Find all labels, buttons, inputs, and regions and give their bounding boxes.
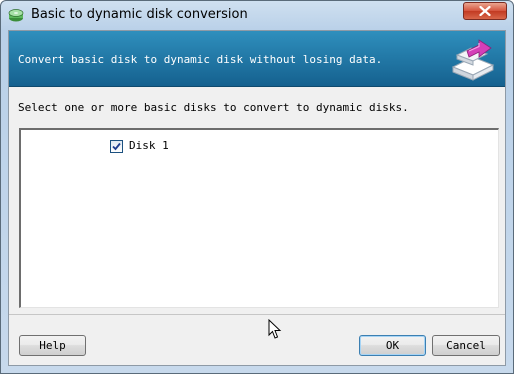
disk-list[interactable]: Disk 1 xyxy=(19,128,499,308)
disk-manager-icon xyxy=(8,7,24,23)
dialog-client-area: Convert basic disk to dynamic disk witho… xyxy=(8,30,506,366)
header-banner: Convert basic disk to dynamic disk witho… xyxy=(9,31,505,87)
help-button[interactable]: Help xyxy=(19,335,86,356)
disk-checkbox[interactable] xyxy=(110,140,123,153)
footer-divider xyxy=(9,314,505,315)
title-bar[interactable]: Basic to dynamic disk conversion xyxy=(1,1,513,29)
window-title: Basic to dynamic disk conversion xyxy=(31,7,248,22)
cancel-button[interactable]: Cancel xyxy=(432,335,500,356)
close-button[interactable] xyxy=(463,2,507,20)
banner-text: Convert basic disk to dynamic disk witho… xyxy=(18,53,383,66)
mouse-cursor-icon xyxy=(268,318,282,340)
instruction-text: Select one or more basic disks to conver… xyxy=(18,101,409,114)
dialog-window: Basic to dynamic disk conversion Convert… xyxy=(0,0,514,374)
close-icon xyxy=(479,6,491,16)
ok-button[interactable]: OK xyxy=(359,335,426,356)
checkmark-icon xyxy=(112,142,121,151)
disk-convert-icon xyxy=(449,37,497,81)
disk-label: Disk 1 xyxy=(129,139,169,152)
